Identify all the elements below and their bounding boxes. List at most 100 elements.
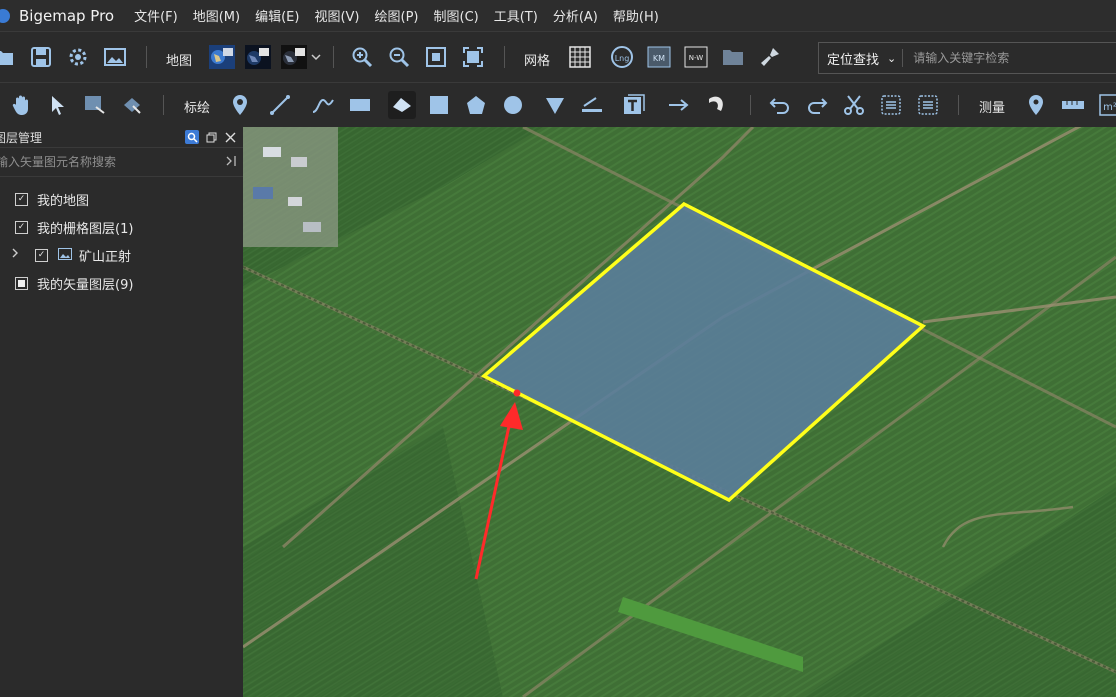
chevron-down-icon: ⌄ — [887, 51, 897, 65]
curved-arrow-tool-icon[interactable] — [704, 91, 732, 119]
edit-image-icon[interactable] — [81, 91, 109, 119]
menu-draw[interactable]: 绘图(P) — [375, 6, 419, 25]
polygon-tool-icon[interactable] — [388, 91, 416, 119]
redo-icon[interactable] — [803, 91, 831, 119]
basemap-dark-icon[interactable] — [280, 43, 308, 71]
circle-tool-icon[interactable] — [499, 91, 527, 119]
search-icon[interactable] — [185, 130, 199, 144]
square-tool-icon[interactable] — [425, 91, 453, 119]
attribute-table-icon[interactable] — [877, 91, 905, 119]
nw-grid-icon[interactable]: N-W — [682, 43, 710, 71]
menu-analysis[interactable]: 分析(A) — [553, 6, 598, 25]
full-extent-icon[interactable] — [459, 43, 487, 71]
rectangle-tool-icon[interactable] — [346, 91, 374, 119]
layer-checkbox[interactable]: ✓ — [15, 192, 28, 206]
close-icon[interactable] — [223, 130, 237, 144]
app-title: Bigemap Pro — [19, 6, 115, 25]
menubar: Bigemap Pro 文件(F) 地图(M) 编辑(E) 视图(V) 绘图(P… — [0, 0, 1116, 31]
search-mode-label: 定位查找 — [827, 52, 880, 68]
open-folder-icon[interactable] — [0, 43, 18, 71]
edit-shape-icon[interactable] — [118, 91, 146, 119]
layer-label: 我的地图 — [37, 193, 90, 209]
drawing-toolbar: 标绘 测量 m² — [0, 82, 1116, 128]
toolbar-separator — [146, 46, 147, 68]
layer-label: 我的矢量图层(9) — [37, 277, 134, 293]
menu-tools[interactable]: 工具(T) — [494, 6, 538, 25]
km-grid-icon[interactable]: KM — [645, 43, 673, 71]
toolbar-separator — [750, 95, 751, 115]
basemap-satellite-icon[interactable] — [208, 43, 236, 71]
pentagon-tool-icon[interactable] — [462, 91, 490, 119]
layer-label: 我的栅格图层(1) — [37, 221, 134, 237]
building — [288, 197, 302, 206]
marker-pin-icon[interactable] — [226, 91, 254, 119]
menu-map[interactable]: 地图(M) — [193, 6, 240, 25]
curve-tool-icon[interactable] — [309, 91, 337, 119]
line-tool-icon[interactable] — [266, 91, 294, 119]
grid-label: 网格 — [524, 54, 551, 69]
building — [253, 187, 273, 199]
map-label: 地图 — [166, 54, 193, 69]
zoom-in-icon[interactable] — [348, 43, 376, 71]
search-mode-dropdown[interactable]: 定位查找 ⌄ — [819, 49, 902, 68]
measure-area-icon[interactable]: m² — [1096, 91, 1116, 119]
text-underline-tool-icon[interactable] — [578, 91, 606, 119]
layer-node-raster[interactable]: ✓ 我的栅格图层(1) — [0, 213, 243, 241]
sector-tool-icon[interactable] — [541, 91, 569, 119]
toolbar-separator — [504, 46, 505, 68]
menu-file[interactable]: 文件(F) — [134, 6, 178, 25]
arrow-tool-icon[interactable] — [665, 91, 693, 119]
collapse-panel-icon[interactable] — [225, 155, 237, 170]
longitude-grid-icon[interactable]: Lng — [608, 43, 636, 71]
toolbar-separator — [958, 95, 959, 115]
zoom-out-icon[interactable] — [385, 43, 413, 71]
menu-edit[interactable]: 编辑(E) — [255, 6, 299, 25]
red-vertex-marker[interactable] — [513, 389, 521, 397]
attribute-list-icon[interactable] — [914, 91, 942, 119]
map-canvas[interactable] — [243, 127, 1116, 697]
layer-search-input[interactable] — [0, 154, 218, 170]
layer-panel: 图层管理 ✓ 我的地图 ✓ 我的栅格图层(1) — [0, 127, 244, 697]
folder-layers-icon[interactable] — [719, 43, 747, 71]
measure-distance-icon[interactable] — [1059, 91, 1087, 119]
save-icon[interactable] — [27, 43, 55, 71]
grid-icon[interactable] — [566, 43, 594, 71]
main-toolbar: 地图 网格 Lng KM N-W 定位查找 ⌄ 请输入关键字检索 — [0, 31, 1116, 82]
layer-node-mine-ortho[interactable]: ✓ 矿山正射 — [0, 241, 243, 269]
float-window-icon[interactable] — [204, 130, 218, 144]
layer-checkbox[interactable]: ✓ — [35, 248, 48, 262]
measure-label: 测量 — [979, 101, 1006, 116]
image-icon[interactable] — [101, 43, 129, 71]
zoom-extent-icon[interactable] — [422, 43, 450, 71]
scissors-icon[interactable] — [840, 91, 868, 119]
toolbar-separator — [333, 46, 334, 68]
building — [303, 222, 321, 232]
menu-view[interactable]: 视图(V) — [314, 6, 359, 25]
chevron-down-icon[interactable] — [308, 43, 324, 71]
layer-checkbox-partial[interactable] — [15, 276, 28, 290]
layer-panel-header: 图层管理 — [0, 127, 243, 147]
layer-node-my-map[interactable]: ✓ 我的地图 — [0, 185, 243, 213]
location-search: 定位查找 ⌄ — [818, 42, 1116, 74]
pan-hand-icon[interactable] — [8, 91, 36, 119]
raster-image-icon — [58, 248, 72, 264]
building — [291, 157, 307, 167]
app-logo-icon — [0, 8, 10, 23]
settings-gear-icon[interactable] — [64, 43, 92, 71]
app-window: Bigemap Pro 文件(F) 地图(M) 编辑(E) 视图(V) 绘图(P… — [0, 0, 1116, 697]
chevron-right-icon[interactable] — [11, 247, 19, 263]
nw-text: N-W — [689, 54, 703, 62]
undo-icon[interactable] — [766, 91, 794, 119]
select-arrow-icon[interactable] — [44, 91, 72, 119]
panel-title: 图层管理 — [0, 130, 43, 145]
layer-node-vector[interactable]: 我的矢量图层(9) — [0, 269, 243, 297]
menu-cartography[interactable]: 制图(C) — [434, 6, 479, 25]
layer-search-bar — [0, 147, 243, 177]
basemap-night-icon[interactable] — [244, 43, 272, 71]
layer-checkbox[interactable]: ✓ — [15, 220, 28, 234]
menu-help[interactable]: 帮助(H) — [613, 6, 659, 25]
text-tool-icon[interactable] — [620, 91, 648, 119]
clear-brush-icon[interactable] — [756, 43, 784, 71]
measure-point-icon[interactable] — [1022, 91, 1050, 119]
search-input[interactable] — [911, 50, 1106, 66]
